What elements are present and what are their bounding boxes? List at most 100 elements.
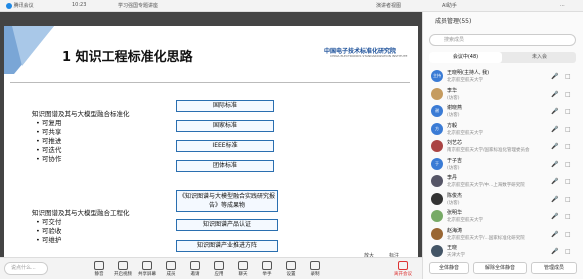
presentation-slide: 1 知识工程标准化思路 中国电子技术标准化研究院 CHINA ELECTRONI… [4, 26, 418, 266]
member-name: 刘艺芯 [447, 140, 463, 146]
camera-icon[interactable]: □ [565, 248, 571, 255]
microphone-icon[interactable]: 🎤 [551, 108, 558, 115]
invite-icon [190, 261, 200, 270]
institute-logo-sub: CHINA ELECTRONICS STANDARDIZATION INSTIT… [330, 54, 408, 58]
member-row[interactable]: 刘艺芯南京航空航天大学/国家标准化管理委员会 🎤 □ [423, 138, 583, 156]
chat-icon [238, 261, 248, 270]
video-button[interactable]: 开启视频 [112, 261, 134, 277]
camera-icon[interactable]: □ [565, 143, 571, 150]
member-tabs: 会议中(48) 未入会 [429, 52, 576, 63]
member-org: 天津大学 [447, 253, 465, 258]
more-icon[interactable]: ... [560, 2, 565, 8]
standard-box: IEEE标准 [176, 140, 274, 152]
gear-icon [286, 261, 296, 270]
camera-icon[interactable]: □ [565, 213, 571, 220]
standard-box: 团体标准 [176, 160, 274, 172]
microphone-icon[interactable]: 🎤 [551, 161, 558, 168]
member-row[interactable]: 李华 (访客) 🎤 □ [423, 86, 583, 104]
microphone-icon[interactable]: 🎤 [551, 213, 558, 220]
microphone-icon[interactable]: 🎤 [551, 126, 558, 133]
camera-icon[interactable]: □ [565, 73, 571, 80]
microphone-icon[interactable]: 🎤 [551, 73, 558, 80]
avatar: 主持 [431, 70, 443, 82]
member-name: 于子吉 [447, 157, 463, 164]
microphone-icon[interactable]: 🎤 [551, 196, 558, 203]
member-row[interactable]: 主持 王晓明(主持人, 我) 北京航空航天大学 🎤 □ [423, 68, 583, 86]
tab-in-meeting[interactable]: 会议中(48) [429, 52, 502, 63]
chat-button[interactable]: 聊天 [232, 261, 254, 277]
meeting-title[interactable]: 学习强国专题讲座 [118, 2, 158, 9]
list-item: • 可维护 [36, 236, 62, 244]
tab-not-joined[interactable]: 未入会 [503, 52, 576, 63]
members-icon [166, 261, 176, 270]
member-name: 方毅 [447, 122, 458, 129]
members-button[interactable]: 成员 [160, 261, 182, 277]
apps-button[interactable]: 应用 [208, 261, 230, 277]
invite-button[interactable]: 邀请 [184, 261, 206, 277]
slide-decor-icon [4, 26, 54, 74]
hand-icon [262, 261, 272, 270]
app-name: 腾讯会议 [6, 2, 34, 9]
microphone-icon[interactable]: 🎤 [551, 143, 558, 150]
standard-box: 国际标准 [176, 100, 274, 112]
apps-icon [214, 261, 224, 270]
member-org: 北京航空航天大学/中...上海数字研究院 [447, 183, 525, 188]
member-name: 王晓 [447, 245, 458, 251]
leave-meeting-button[interactable]: 离开会议 [392, 261, 414, 277]
raise-hand-button[interactable]: 举手 [256, 261, 278, 277]
avatar [431, 175, 443, 187]
member-org: (访客) [447, 95, 460, 101]
camera-icon[interactable]: □ [565, 231, 571, 238]
member-row[interactable]: 王晓天津大学 🎤 □ [423, 243, 583, 261]
slide-title: 1 知识工程标准化思路 [62, 50, 193, 65]
report-box: 《知识图谱与大模型融合实践研究报告》等成果物 [176, 190, 278, 212]
microphone-icon[interactable]: 🎤 [551, 91, 558, 98]
member-name: 陈俊杰 [447, 192, 463, 199]
microphone-icon [94, 261, 104, 270]
manage-members-button[interactable]: 管理成员 [531, 262, 577, 274]
microphone-icon[interactable]: 🎤 [551, 231, 558, 238]
share-screen-button[interactable]: 共享屏幕 [136, 261, 158, 277]
settings-button[interactable]: 设置 [280, 261, 302, 277]
microphone-icon[interactable]: 🎤 [551, 178, 558, 185]
chat-input[interactable]: 说点什么... [4, 262, 48, 275]
member-row[interactable]: 李丹 北京航空航天大学/中...上海数字研究院 🎤 □ [423, 173, 583, 191]
slide-header: 1 知识工程标准化思路 中国电子技术标准化研究院 CHINA ELECTRONI… [4, 26, 418, 74]
member-row[interactable]: 张明华 北京航空航天大学 🎤 □ [423, 208, 583, 226]
app-icon [6, 2, 12, 9]
camera-icon[interactable]: □ [565, 126, 571, 133]
member-name: 李华 [447, 87, 458, 94]
camera-icon [118, 261, 128, 270]
mute-all-button[interactable]: 全体静音 [429, 262, 469, 274]
member-row[interactable]: 谢谢晓燕 (访客) 🎤 □ [423, 103, 583, 121]
camera-icon[interactable]: □ [565, 108, 571, 115]
clock: 10:23 [72, 2, 87, 8]
industry-box: 知识图谱产业推进方阵 [176, 240, 278, 252]
member-name: 赵海涛 [447, 227, 463, 234]
avatar [431, 227, 443, 240]
member-row[interactable]: 于于子吉 (访客) 🎤 □ [423, 156, 583, 174]
camera-icon[interactable]: □ [565, 178, 571, 185]
member-org: 南京航空航天大学/国家标准化管理委员会 [447, 148, 530, 153]
member-search-input[interactable]: 搜索成员 [429, 34, 576, 46]
mute-button[interactable]: 静音 [88, 261, 110, 277]
record-button[interactable]: 录制 [304, 261, 326, 277]
share-icon [142, 261, 152, 270]
ai-assistant-button[interactable]: AI助手 [442, 2, 457, 9]
member-name: 张明华 [447, 210, 463, 216]
members-panel: 成员管理(55) 搜索成员 会议中(48) 未入会 主持 王晓明(主持人, 我) 北… [422, 12, 583, 279]
avatar [431, 87, 443, 100]
speaker-view-button[interactable]: 演讲者视图 [376, 2, 401, 9]
camera-icon[interactable]: □ [565, 196, 571, 203]
member-org: (访客) [447, 113, 460, 118]
camera-icon[interactable]: □ [565, 161, 571, 168]
member-row[interactable]: 赵海涛 北京航空航天大学/...国家标准化研究院 🎤 □ [423, 226, 583, 244]
member-org: (访客) [447, 200, 460, 206]
microphone-icon[interactable]: 🎤 [551, 248, 558, 255]
unmute-all-button[interactable]: 解除全体静音 [473, 262, 527, 274]
member-row[interactable]: 陈俊杰 (访客) 🎤 □ [423, 191, 583, 209]
avatar [431, 245, 443, 257]
member-org: 北京航空航天大学 [447, 78, 483, 83]
member-row[interactable]: 方方毅 北京航空航天大学 🎤 □ [423, 121, 583, 139]
camera-icon[interactable]: □ [565, 91, 571, 98]
